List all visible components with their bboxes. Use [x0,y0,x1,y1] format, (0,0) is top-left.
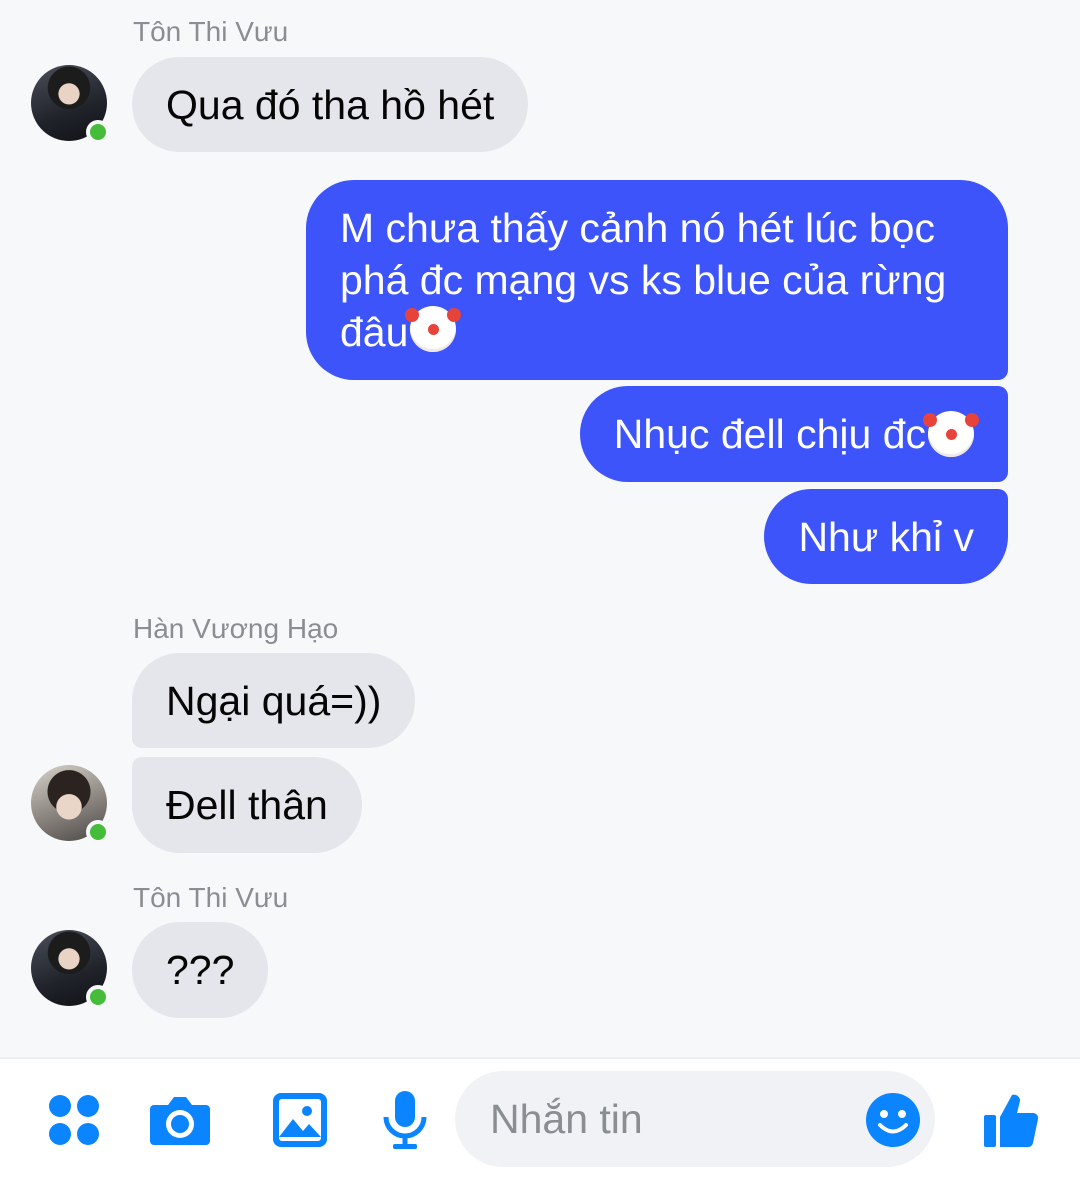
message-text: Qua đó tha hồ hét [166,81,495,128]
apps-icon[interactable] [45,1090,103,1150]
online-status-dot [86,820,110,844]
incoming-message[interactable]: Qua đó tha hồ hét [132,57,529,152]
outgoing-message[interactable]: M chưa thấy cảnh nó hét lúc bọc phá đc m… [306,180,1008,380]
message-text: Đell thân [166,782,328,828]
incoming-message[interactable]: ??? [132,922,269,1018]
chat-screen: Tôn Thi Vưu Qua đó tha hồ hét M chưa thấ… [0,0,1080,1181]
avatar[interactable] [31,765,110,844]
online-status-dot [86,120,110,144]
avatar[interactable] [31,65,110,144]
sender-name: Tôn Thi Vưu [133,16,289,47]
message-text: ??? [166,947,235,993]
online-status-dot [86,985,110,1009]
incoming-message[interactable]: Ngại quá=)) [132,653,416,748]
avatar[interactable] [31,930,110,1009]
image-icon[interactable] [270,1090,330,1150]
sender-name: Hàn Vương Hạo [133,613,339,644]
incoming-message[interactable]: Đell thân [132,757,362,853]
message-text: M chưa thấy cảnh nó hét lúc bọc phá đc m… [340,205,947,355]
message-text: Ngại quá=)) [166,677,382,724]
clown-face-emoji [923,411,974,457]
message-text: Như khỉ v [798,513,974,560]
like-icon[interactable] [982,1090,1040,1150]
clown-face-emoji [405,306,457,352]
camera-icon[interactable] [147,1090,213,1150]
message-input-placeholder: Nhắn tin [490,1096,643,1142]
message-text: Nhục đell chịu đc [613,411,926,457]
microphone-icon[interactable] [380,1090,430,1150]
emoji-icon[interactable] [865,1090,921,1150]
outgoing-message[interactable]: Nhục đell chịu đc [579,386,1008,482]
outgoing-message[interactable]: Như khỉ v [764,489,1008,584]
sender-name: Tôn Thi Vưu [133,882,289,913]
